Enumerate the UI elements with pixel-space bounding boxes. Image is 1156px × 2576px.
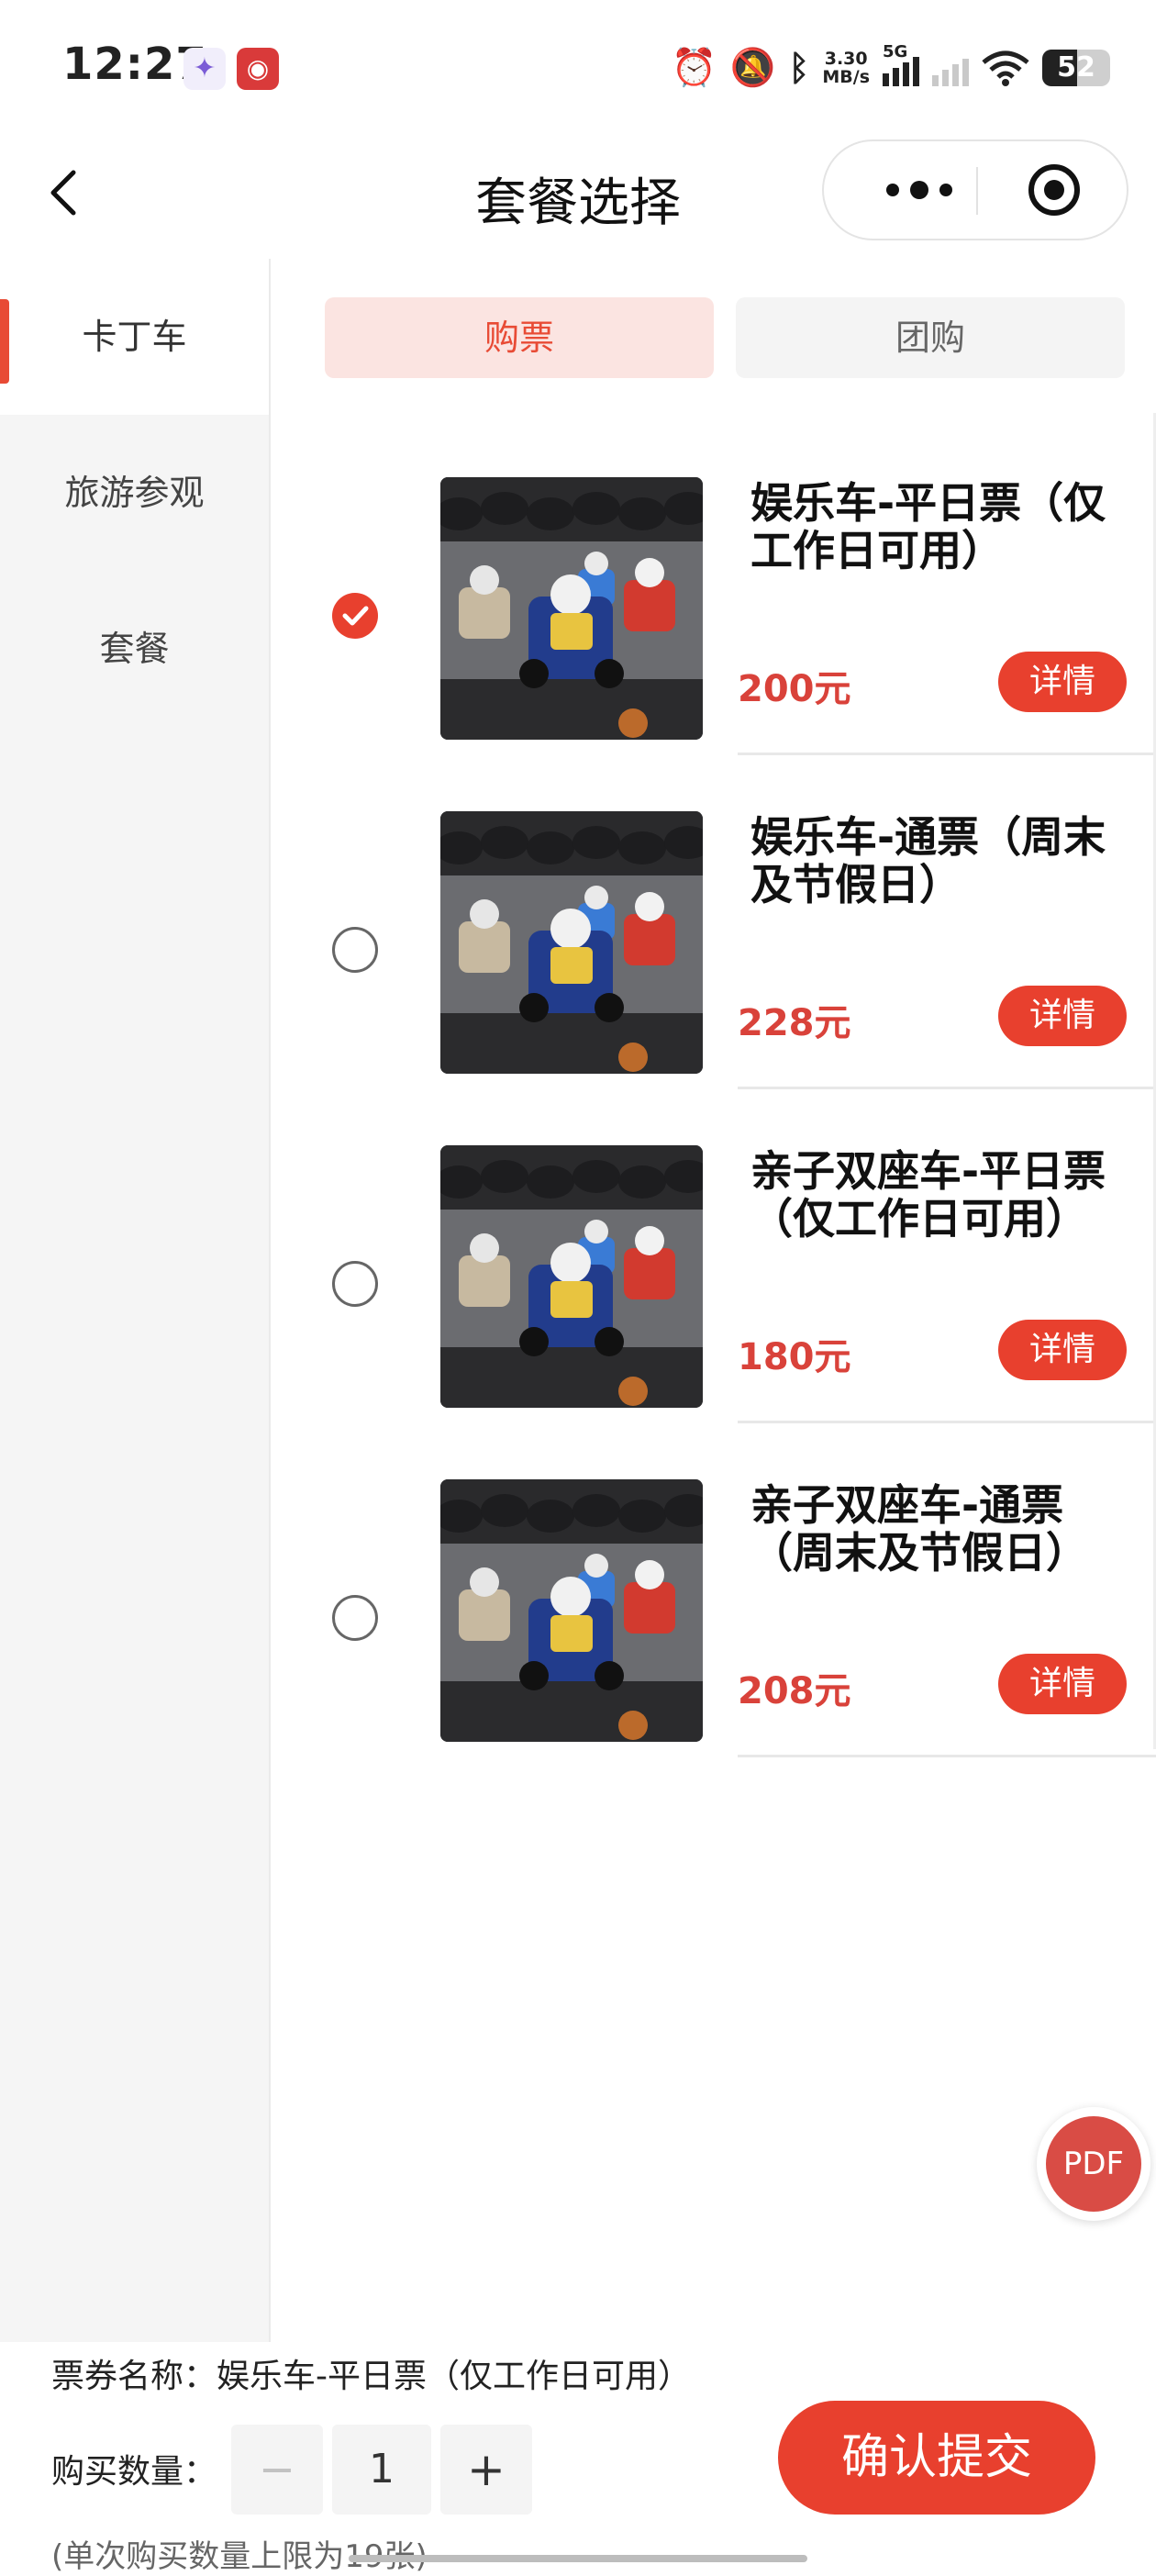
increase-button[interactable]: + <box>440 2425 532 2515</box>
product-item[interactable]: 亲子双座车-平日票（仅工作日可用） 180元 详情 <box>275 1081 1156 1423</box>
sidebar-item-kart[interactable]: 卡丁车 <box>0 259 269 415</box>
category-sidebar: 卡丁车 旅游参观 套餐 <box>0 259 271 2342</box>
butterfly-app-icon: ✦ <box>183 48 226 90</box>
home-indicator[interactable] <box>349 2555 807 2562</box>
radio-checked[interactable] <box>332 593 378 639</box>
confirm-submit-button[interactable]: 确认提交 <box>778 2401 1095 2515</box>
battery-level: 52 <box>1057 51 1095 84</box>
alarm-icon: ⏰ <box>671 47 717 89</box>
capsule-divider <box>976 167 978 215</box>
detail-button[interactable]: 详情 <box>998 1654 1127 1714</box>
checkmark-icon <box>342 606 369 626</box>
mini-program-capsule <box>822 139 1128 240</box>
product-image <box>440 811 703 1074</box>
radio-unchecked[interactable] <box>332 1261 378 1307</box>
product-price: 180元 <box>738 1336 851 1378</box>
product-price: 208元 <box>738 1670 851 1712</box>
quantity-label: 购买数量： <box>51 2453 217 2491</box>
product-item[interactable]: 亲子双座车-通票（周末及节假日） 208元 详情 <box>275 1415 1156 1757</box>
tab-group-buy[interactable]: 团购 <box>736 297 1125 378</box>
product-image <box>440 1145 703 1408</box>
status-icons: ⏰ 🔕 ᛒ 3.30 MB/s 5G 52 <box>672 42 1110 94</box>
product-item[interactable]: 娱乐车-通票（周末及节假日） 228元 详情 <box>275 747 1156 1089</box>
purchase-panel: 票券名称：娱乐车-平日票（仅工作日可用） 购买数量： − 1 + 确认提交 (单… <box>0 2342 1156 2575</box>
ticket-type-tabs: 购票 团购 <box>325 297 1125 378</box>
sidebar-item-label: 旅游参观 <box>64 473 205 513</box>
more-icon[interactable] <box>864 141 974 239</box>
product-image <box>440 1479 703 1742</box>
network-speed: 3.30 MB/s <box>822 50 870 86</box>
decrease-button[interactable]: − <box>231 2425 323 2515</box>
row-divider <box>738 1755 1156 1757</box>
signal-secondary-icon <box>932 50 969 86</box>
mute-bell-icon: 🔕 <box>729 47 776 89</box>
nav-bar: 套餐选择 <box>0 138 1156 248</box>
product-price: 228元 <box>738 1002 851 1044</box>
pdf-label: PDF <box>1046 2116 1141 2212</box>
detail-button[interactable]: 详情 <box>998 652 1127 712</box>
signal-5g-icon: 5G <box>883 42 919 86</box>
bank-app-icon: ◉ <box>237 48 279 90</box>
radio-unchecked[interactable] <box>332 1595 378 1641</box>
quantity-stepper: − 1 + <box>231 2425 532 2515</box>
product-price: 200元 <box>738 668 851 710</box>
battery-icon: 52 <box>1042 50 1110 86</box>
detail-button[interactable]: 详情 <box>998 1320 1127 1380</box>
detail-button[interactable]: 详情 <box>998 986 1127 1046</box>
wifi-icon <box>982 50 1029 86</box>
status-bar: 12:27 ✦ ◉ ⏰ 🔕 ᛒ 3.30 MB/s 5G 52 <box>0 0 1156 138</box>
selected-ticket-name: 票券名称：娱乐车-平日票（仅工作日可用） <box>51 2358 691 2395</box>
sidebar-item-label: 套餐 <box>99 629 170 669</box>
network-type: 5G <box>883 42 908 61</box>
network-speed-value: 3.30 <box>824 49 868 69</box>
sidebar-item-label: 卡丁车 <box>82 317 187 357</box>
sidebar-item-package[interactable]: 套餐 <box>0 571 269 727</box>
tab-buy-ticket[interactable]: 购票 <box>325 297 714 378</box>
product-title: 亲子双座车-平日票（仅工作日可用） <box>750 1146 1106 1243</box>
product-title: 娱乐车-平日票（仅工作日可用） <box>750 478 1106 575</box>
radio-unchecked[interactable] <box>332 927 378 973</box>
active-indicator <box>0 299 9 384</box>
product-image <box>440 477 703 740</box>
close-target-icon[interactable] <box>1028 163 1081 217</box>
product-item[interactable]: 娱乐车-平日票（仅工作日可用） 200元 详情 <box>275 413 1156 755</box>
bluetooth-icon: ᛒ <box>788 48 810 88</box>
network-speed-unit: MB/s <box>822 67 870 87</box>
product-title: 娱乐车-通票（周末及节假日） <box>750 812 1106 909</box>
product-title: 亲子双座车-通票（周末及节假日） <box>750 1480 1088 1578</box>
pdf-float-button[interactable]: PDF <box>1037 2107 1150 2221</box>
quantity-value[interactable]: 1 <box>332 2425 431 2515</box>
sidebar-item-tour[interactable]: 旅游参观 <box>0 415 269 571</box>
